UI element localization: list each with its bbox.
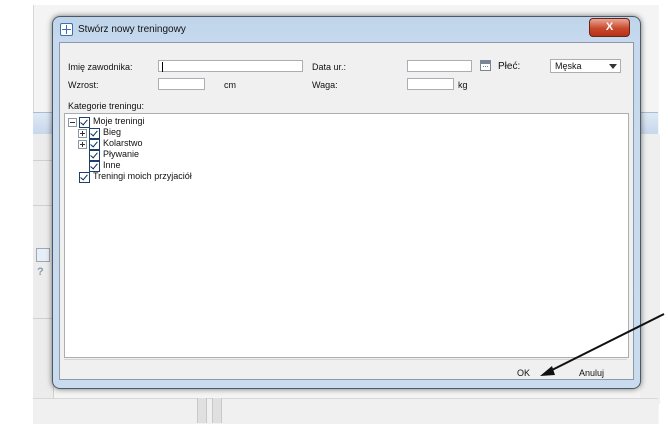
annotation-arrowhead [540, 366, 555, 376]
annotation-arrow-line [547, 313, 665, 373]
annotation-arrow [540, 313, 665, 376]
